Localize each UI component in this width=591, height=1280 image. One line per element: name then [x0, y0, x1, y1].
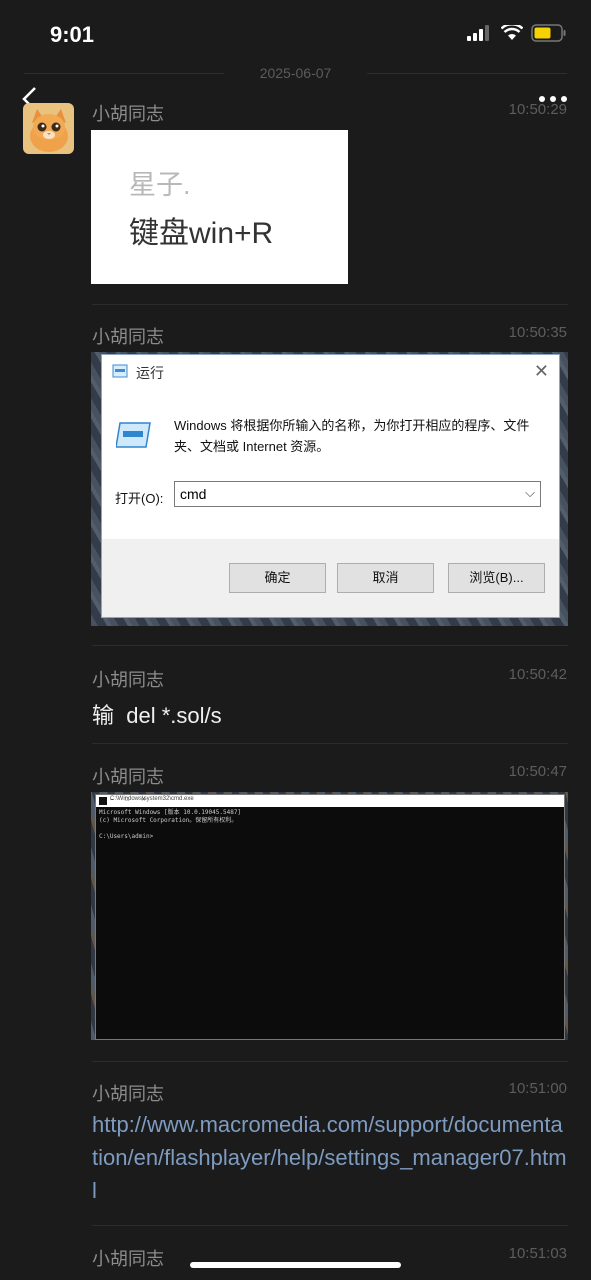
image-text-line2: 键盘win+R [129, 217, 274, 250]
window-controls-icon: –□✕ [110, 797, 158, 803]
date-separator: 2025-06-07 [24, 64, 567, 84]
message-divider [92, 743, 568, 744]
cmd-window: C:\Windows\system32\cmd.exe –□✕ Microsof… [95, 794, 565, 1040]
run-dialog: 运行 ✕ Windows 将根据你所输入的名称，为你打开相应的程序、文件夹、文档… [101, 354, 560, 618]
run-dialog-open-value: cmd [180, 486, 207, 502]
message-image-cmd[interactable]: C:\Windows\system32\cmd.exe –□✕ Microsof… [91, 792, 568, 1040]
message-image-run-dialog[interactable]: 运行 ✕ Windows 将根据你所输入的名称，为你打开相应的程序、文件夹、文档… [91, 352, 568, 626]
close-icon: ✕ [533, 361, 549, 381]
message-divider [92, 1225, 568, 1226]
signal-icon [467, 25, 489, 41]
home-indicator[interactable] [190, 1262, 401, 1268]
run-dialog-open-label: 打开(O): [115, 491, 164, 506]
cat-avatar-icon [23, 103, 74, 154]
status-icons [467, 24, 567, 42]
avatar[interactable] [23, 103, 74, 154]
chevron-down-icon: ⌵ [525, 485, 535, 500]
message-time: 10:50:42 [508, 666, 567, 683]
ok-button: 确定 [229, 563, 326, 593]
message-sender: 小胡同志 [92, 1249, 164, 1269]
message-divider [92, 304, 568, 305]
message-text[interactable]: 输 del *.sol/s [92, 698, 222, 730]
status-time: 9:01 [50, 22, 95, 47]
battery-icon [531, 24, 566, 42]
message-time: 10:50:29 [508, 101, 567, 118]
message-link[interactable]: http://www.macromedia.com/support/docume… [92, 1108, 568, 1207]
wifi-icon [501, 25, 523, 40]
run-icon [112, 364, 128, 378]
message-time: 10:51:00 [508, 1080, 567, 1097]
message-time: 10:50:35 [508, 324, 567, 341]
cmd-titlebar: C:\Windows\system32\cmd.exe –□✕ [96, 795, 564, 807]
run-app-icon [116, 422, 151, 448]
message-divider [92, 645, 568, 646]
cancel-button: 取消 [337, 563, 434, 593]
message-time: 10:51:03 [508, 1245, 567, 1262]
cmd-output: Microsoft Windows [版本 10.0.19045.5487] (… [99, 809, 242, 840]
run-dialog-footer: 确定 取消 浏览(B)... [102, 539, 559, 617]
message-sender: 小胡同志 [92, 670, 164, 690]
browse-button: 浏览(B)... [448, 563, 545, 593]
message-sender: 小胡同志 [92, 327, 164, 347]
run-dialog-open-field: cmd ⌵ [174, 481, 541, 507]
message-sender: 小胡同志 [92, 104, 164, 124]
date-label: 2025-06-07 [259, 65, 332, 81]
message-image[interactable]: 星子. 键盘win+R [91, 130, 348, 284]
run-dialog-title: 运行 [136, 365, 164, 381]
run-dialog-description: Windows 将根据你所输入的名称，为你打开相应的程序、文件夹、文档或 Int… [174, 418, 530, 454]
message-sender: 小胡同志 [92, 767, 164, 787]
message-time: 10:50:47 [508, 763, 567, 780]
cmd-icon [99, 797, 107, 805]
run-dialog-titlebar: 运行 ✕ [102, 355, 559, 387]
image-text-line1: 星子. [129, 170, 191, 200]
message-sender: 小胡同志 [92, 1084, 164, 1104]
message-divider [92, 1061, 568, 1062]
